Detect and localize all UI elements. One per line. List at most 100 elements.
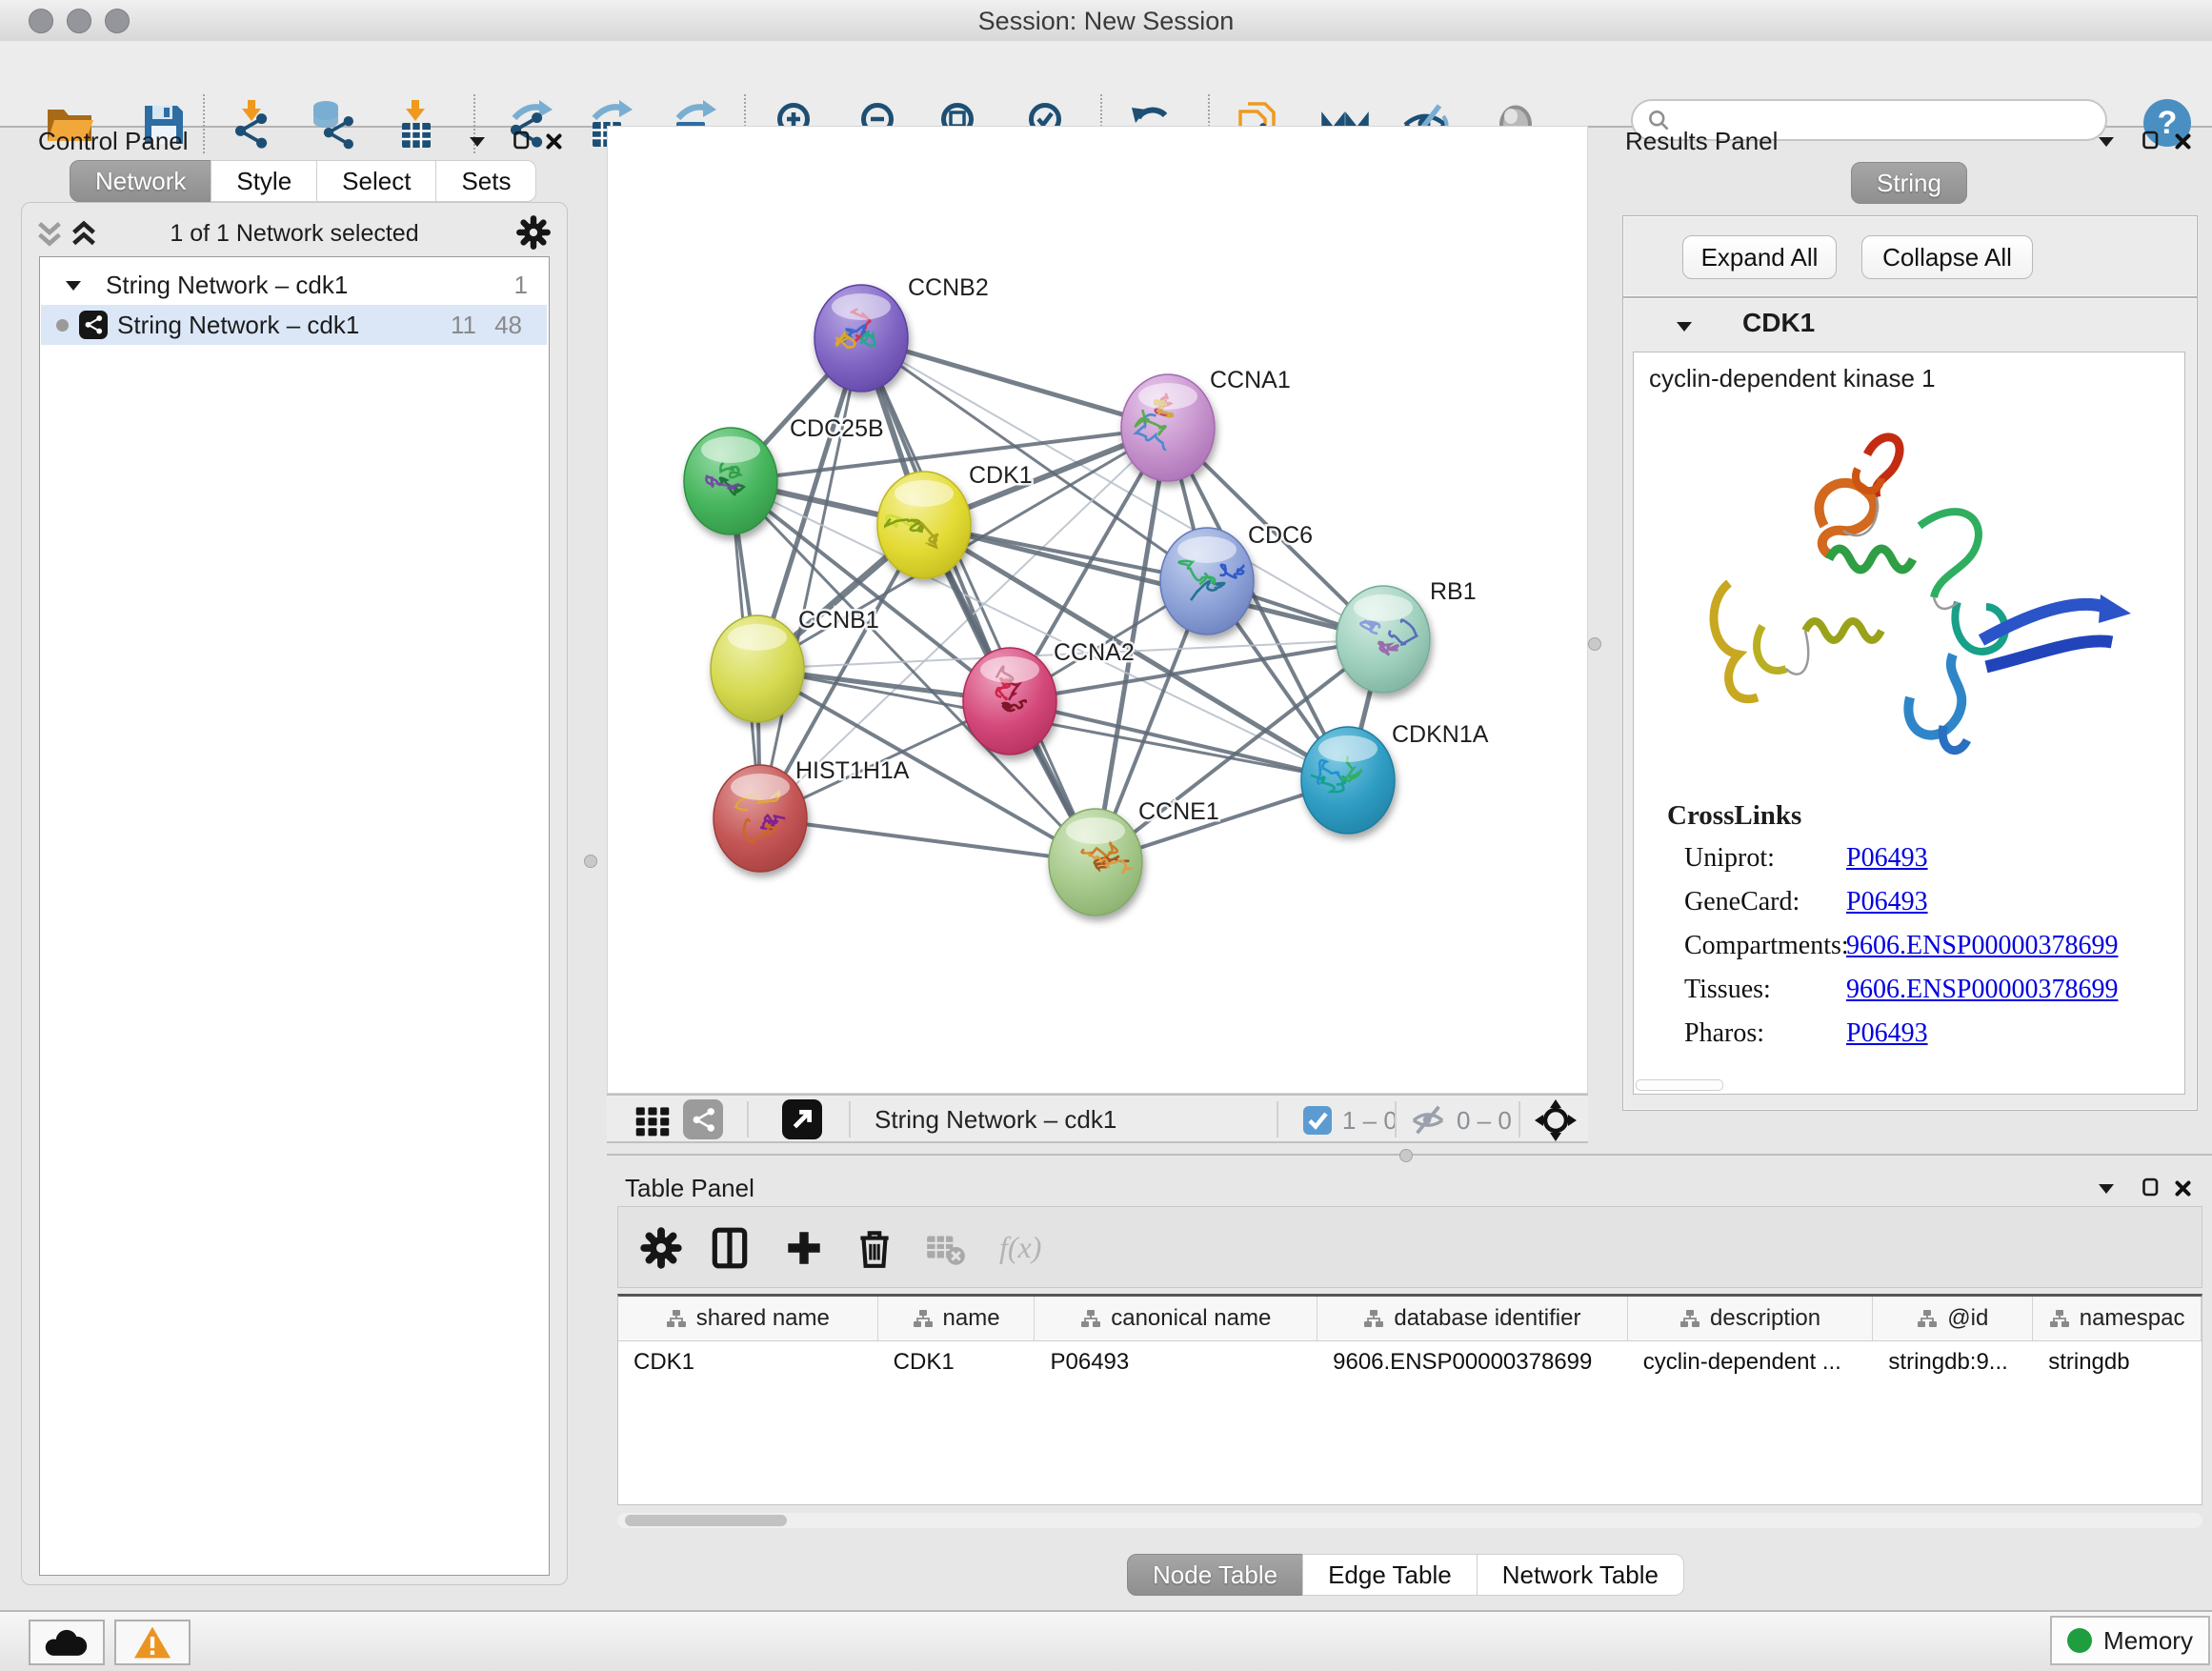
table-cell[interactable]: CDK1	[878, 1349, 1036, 1376]
tab-network-table[interactable]: Network Table	[1477, 1554, 1684, 1596]
table-panel-close-button[interactable]	[2168, 1175, 2197, 1201]
network-node-CCNA2[interactable]: CCNA2	[963, 639, 1135, 755]
cloud-button[interactable]	[29, 1620, 105, 1665]
node-label: CDKN1A	[1392, 721, 1489, 748]
node-label: RB1	[1430, 578, 1477, 605]
crosslink-label: Pharos:	[1684, 1018, 1764, 1048]
network-edge[interactable]	[760, 338, 861, 818]
entry-collapse-icon[interactable]	[1675, 319, 1694, 332]
results-panel-collapse-button[interactable]	[2092, 128, 2121, 154]
network-node-CCNE1[interactable]: CCNE1	[1049, 798, 1219, 916]
import-network-database-icon[interactable]	[306, 98, 357, 151]
network-row-selected[interactable]: String Network – cdk1 11 48	[41, 305, 547, 345]
table-cell[interactable]: stringdb	[2033, 1349, 2202, 1376]
control-panel-collapse-button[interactable]	[463, 128, 492, 154]
column-header-database-identifier[interactable]: database identifier	[1317, 1297, 1628, 1340]
memory-button[interactable]: Memory	[2050, 1616, 2210, 1665]
warning-icon	[131, 1624, 173, 1661]
network-row-label: String Network – cdk1	[117, 311, 359, 340]
import-network-file-icon[interactable]	[226, 98, 277, 151]
hidden-eye-icon[interactable]	[1410, 1102, 1446, 1138]
node-label: CCNE1	[1138, 798, 1219, 825]
table-toolbar: f(x)	[617, 1206, 2202, 1288]
column-header-label: canonical name	[1111, 1305, 1271, 1332]
tab-sets[interactable]: Sets	[435, 160, 536, 202]
network-node-CDKN1A[interactable]: CDKN1A	[1301, 721, 1489, 834]
collapse-all-button[interactable]: Collapse All	[1861, 235, 2033, 279]
warnings-button[interactable]	[114, 1620, 191, 1665]
table-cell[interactable]: P06493	[1035, 1349, 1317, 1376]
network-options-gear-icon[interactable]	[515, 214, 552, 251]
crosslink-value-link[interactable]: P06493	[1846, 843, 1928, 874]
table-gear-icon[interactable]	[639, 1226, 683, 1270]
tree-expand-icon[interactable]	[64, 278, 83, 292]
column-header-namespac[interactable]: namespac	[2033, 1297, 2202, 1340]
network-edge[interactable]	[1010, 701, 1348, 780]
control-panel-close-button[interactable]	[539, 128, 568, 154]
column-header--id[interactable]: @id	[1873, 1297, 2033, 1340]
table-cell[interactable]: CDK1	[618, 1349, 878, 1376]
crosslink-value-link[interactable]: P06493	[1846, 887, 1928, 917]
network-node-CCNB2[interactable]: CCNB2	[814, 274, 989, 392]
results-hscroll-thumb[interactable]	[1636, 1079, 1723, 1091]
add-column-icon[interactable]	[782, 1226, 826, 1270]
left-splitter-dot[interactable]	[584, 855, 597, 868]
column-header-label: namespac	[2080, 1305, 2185, 1332]
table-row[interactable]: CDK1CDK1P064939606.ENSP00000378699cyclin…	[618, 1341, 2202, 1383]
column-header-canonical-name[interactable]: canonical name	[1035, 1297, 1317, 1340]
splitter-handle-dot[interactable]	[1399, 1149, 1413, 1162]
crosslink-row: Pharos:P06493	[1684, 1018, 1764, 1049]
column-header-shared-name[interactable]: shared name	[618, 1297, 878, 1340]
table-cell[interactable]: 9606.ENSP00000378699	[1317, 1349, 1628, 1376]
table-columns-icon[interactable]	[708, 1226, 752, 1270]
table-cell[interactable]: stringdb:9...	[1873, 1349, 2033, 1376]
crosshair-icon[interactable]	[1533, 1097, 1579, 1143]
results-panel-float-button[interactable]	[2136, 127, 2164, 153]
crosslink-value-link[interactable]: 9606.ENSP00000378699	[1846, 975, 2118, 1005]
table-panel-collapse-button[interactable]	[2092, 1175, 2121, 1201]
network-node-HIST1H1A[interactable]: HIST1H1A	[714, 757, 910, 872]
table-panel-float-button[interactable]	[2136, 1174, 2164, 1200]
control-panel-tabs: NetworkStyleSelectSets	[70, 160, 536, 202]
tab-select[interactable]: Select	[316, 160, 436, 202]
tab-string[interactable]: String	[1851, 162, 1967, 204]
table-cell[interactable]: cyclin-dependent ...	[1628, 1349, 1874, 1376]
crosslink-value-link[interactable]: 9606.ENSP00000378699	[1846, 931, 2118, 961]
tab-network[interactable]: Network	[70, 160, 211, 202]
selected-counts: 1 – 0	[1342, 1106, 1398, 1136]
network-canvas[interactable]: CCNB2CCNA1CDC25BCDK1CDC6RB1CCNB1CCNA2CDK…	[607, 126, 1588, 1094]
network-collection-row[interactable]: String Network – cdk1 1	[41, 265, 547, 305]
right-splitter-dot[interactable]	[1588, 637, 1601, 651]
network-status-dot	[56, 319, 69, 332]
column-header-name[interactable]: name	[878, 1297, 1036, 1340]
edge-count: 48	[494, 311, 522, 340]
network-share-gray-icon[interactable]	[683, 1099, 723, 1139]
node-label: HIST1H1A	[795, 757, 910, 784]
column-sort-icon	[1080, 1308, 1101, 1329]
column-header-description[interactable]: description	[1628, 1297, 1874, 1340]
open-external-icon[interactable]	[782, 1099, 822, 1139]
results-panel-close-button[interactable]	[2168, 128, 2197, 154]
table-hscrollbar[interactable]	[617, 1513, 2202, 1528]
tab-style[interactable]: Style	[211, 160, 317, 202]
column-sort-icon	[1679, 1308, 1700, 1329]
crosslink-label: Tissues:	[1684, 975, 1771, 1004]
table-hscroll-thumb[interactable]	[625, 1515, 787, 1526]
tab-node-table[interactable]: Node Table	[1127, 1554, 1303, 1596]
birdseye-view-icon[interactable]	[633, 1101, 672, 1139]
network-edge[interactable]	[760, 818, 1096, 862]
hidden-counts: 0 – 0	[1457, 1106, 1512, 1136]
results-panel-title: Results Panel	[1625, 127, 1778, 156]
delete-column-icon[interactable]	[853, 1226, 896, 1270]
crosslink-value-link[interactable]: P06493	[1846, 1018, 1928, 1049]
node-label: CDK1	[969, 462, 1033, 489]
title-bar: Session: New Session	[0, 0, 2212, 42]
delete-table-icon	[923, 1226, 967, 1270]
expand-all-button[interactable]: Expand All	[1682, 235, 1837, 279]
network-node-RB1[interactable]: RB1	[1337, 578, 1477, 693]
tab-edge-table[interactable]: Edge Table	[1302, 1554, 1478, 1596]
selected-checkbox-icon[interactable]	[1303, 1106, 1332, 1135]
control-panel-float-button[interactable]	[507, 127, 535, 153]
crosslink-label: Compartments:	[1684, 931, 1849, 960]
import-table-icon[interactable]	[390, 98, 441, 151]
